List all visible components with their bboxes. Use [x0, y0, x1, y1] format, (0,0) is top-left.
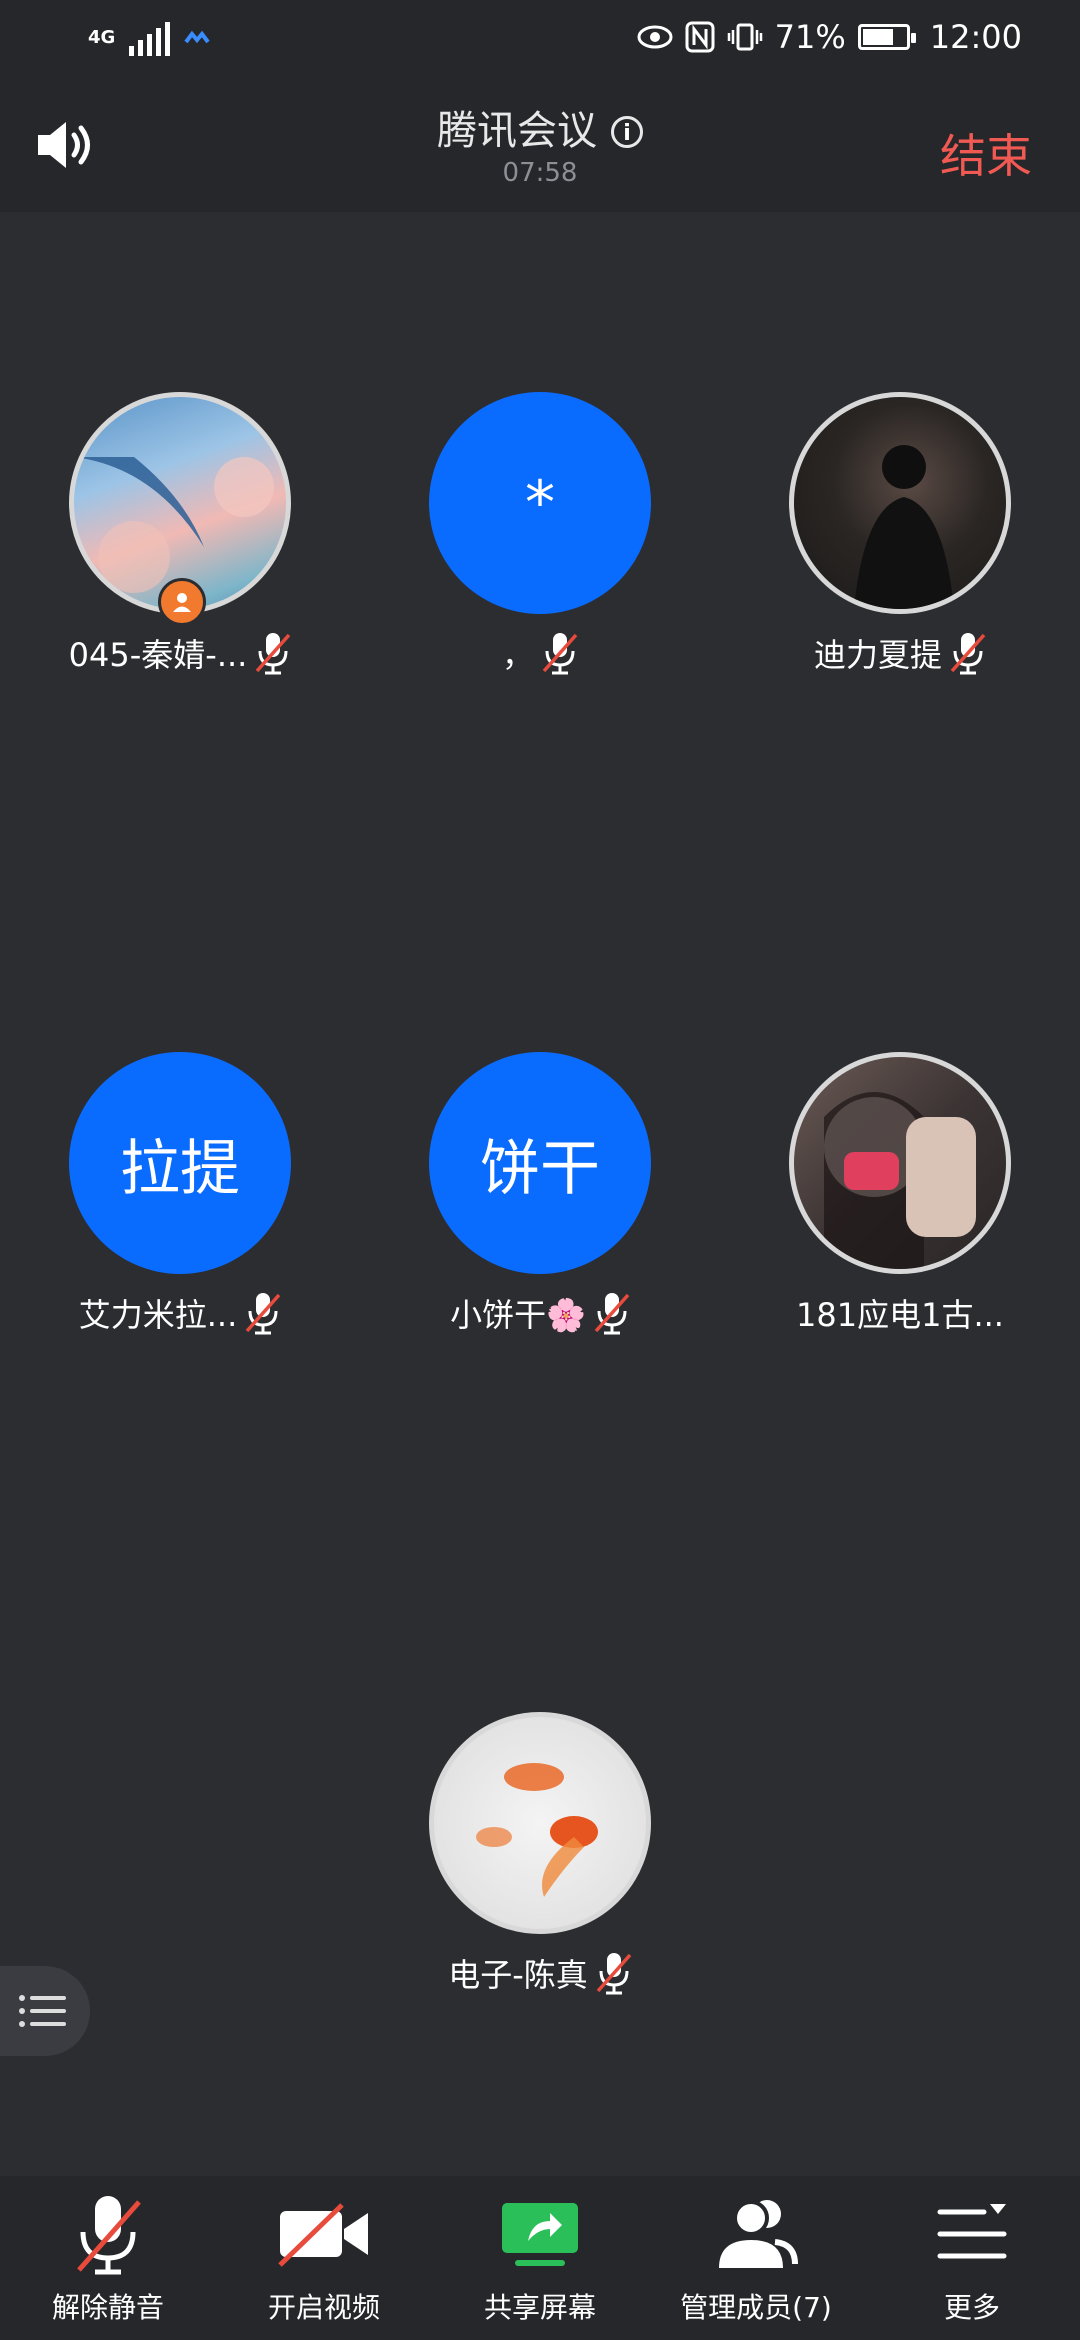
meeting-toolbar: 解除静音 开启视频 共享屏幕 管理成员(7) 更多: [0, 2176, 1080, 2340]
members-icon: [719, 2200, 798, 2268]
mic-muted-icon: [542, 633, 578, 675]
title-area[interactable]: 腾讯会议 i: [0, 98, 1080, 156]
participant-tile[interactable]: 181应电1古...: [750, 1052, 1050, 1336]
unmute-button[interactable]: 解除静音: [8, 2188, 208, 2326]
avatar: 饼干: [429, 1052, 651, 1274]
mic-muted-icon: [950, 633, 986, 675]
data-activity-icon: [184, 30, 210, 44]
share-screen-label: 共享屏幕: [483, 2291, 596, 2324]
battery-icon: [857, 24, 916, 50]
participant-name: 迪力夏提: [813, 636, 942, 674]
meeting-timer: 07:58: [502, 158, 578, 188]
share-screen-button[interactable]: 共享屏幕: [440, 2188, 640, 2326]
participant-tile[interactable]: 电子-陈真: [390, 1712, 690, 1996]
start-video-button[interactable]: 开启视频: [224, 2188, 424, 2326]
avatar: [789, 1052, 1011, 1274]
participant-name: 小饼干🌸: [450, 1296, 586, 1334]
mic-muted-icon: [245, 1293, 281, 1335]
nfc-icon: [685, 21, 715, 53]
participant-name: 艾力米拉...: [78, 1296, 238, 1334]
more-label: 更多: [943, 2291, 1000, 2324]
meeting-title: 腾讯会议: [437, 108, 597, 154]
person-photo: [854, 445, 954, 609]
selfie-photo: [824, 1092, 976, 1269]
manage-members-button[interactable]: 管理成员(7): [656, 2188, 856, 2326]
mic-muted-icon: [594, 1293, 630, 1335]
share-screen-icon: [502, 2203, 578, 2266]
start-video-label: 开启视频: [267, 2291, 380, 2324]
mic-muted-icon: [256, 633, 291, 675]
info-icon[interactable]: i: [611, 116, 643, 148]
video-off-icon: [278, 2203, 368, 2267]
participant-name: ，: [501, 636, 534, 674]
participant-name: 电子-陈真: [448, 1956, 588, 1994]
more-icon: [937, 2204, 1007, 2259]
status-right: 71% 12:00: [637, 18, 1022, 56]
avatar: [789, 392, 1011, 614]
end-meeting-button[interactable]: 结束: [940, 120, 1032, 186]
mic-muted-icon: [596, 1953, 632, 1995]
meeting-header: 腾讯会议 i 07:58 结束: [0, 80, 1080, 212]
avatar: [429, 1712, 651, 1934]
list-icon: [19, 1995, 66, 2027]
participant-name: 181应电1古...: [796, 1296, 1004, 1334]
status-bar: 4G 71% 12:00: [0, 0, 1080, 80]
participant-tile[interactable]: * ，: [390, 392, 690, 676]
goldfish-photo: [476, 1763, 598, 1897]
avatar: 拉提: [69, 1052, 291, 1274]
participant-name: 045-秦婧-...: [68, 636, 248, 674]
manage-members-label: 管理成员(7): [680, 2291, 832, 2324]
unmute-label: 解除静音: [51, 2291, 164, 2324]
vibrate-icon: [727, 23, 762, 51]
battery-percent: 71%: [774, 18, 846, 56]
participant-tile[interactable]: 045-秦婧-...: [30, 392, 330, 676]
participant-tile[interactable]: 拉提 艾力米拉...: [30, 1052, 330, 1336]
participant-tile[interactable]: 迪力夏提: [750, 392, 1050, 676]
avatar: *: [429, 392, 651, 614]
mic-muted-icon: [77, 2196, 141, 2275]
clock: 12:00: [929, 18, 1022, 56]
host-icon: [158, 578, 206, 626]
more-button[interactable]: 更多: [872, 2188, 1072, 2326]
status-left: 4G: [88, 20, 210, 56]
participant-tile[interactable]: 饼干 小饼干🌸: [390, 1052, 690, 1336]
list-toggle-button[interactable]: [0, 1966, 90, 2056]
eye-icon: [637, 25, 673, 49]
signal-icon: [129, 20, 171, 56]
network-type: 4G: [88, 27, 116, 48]
